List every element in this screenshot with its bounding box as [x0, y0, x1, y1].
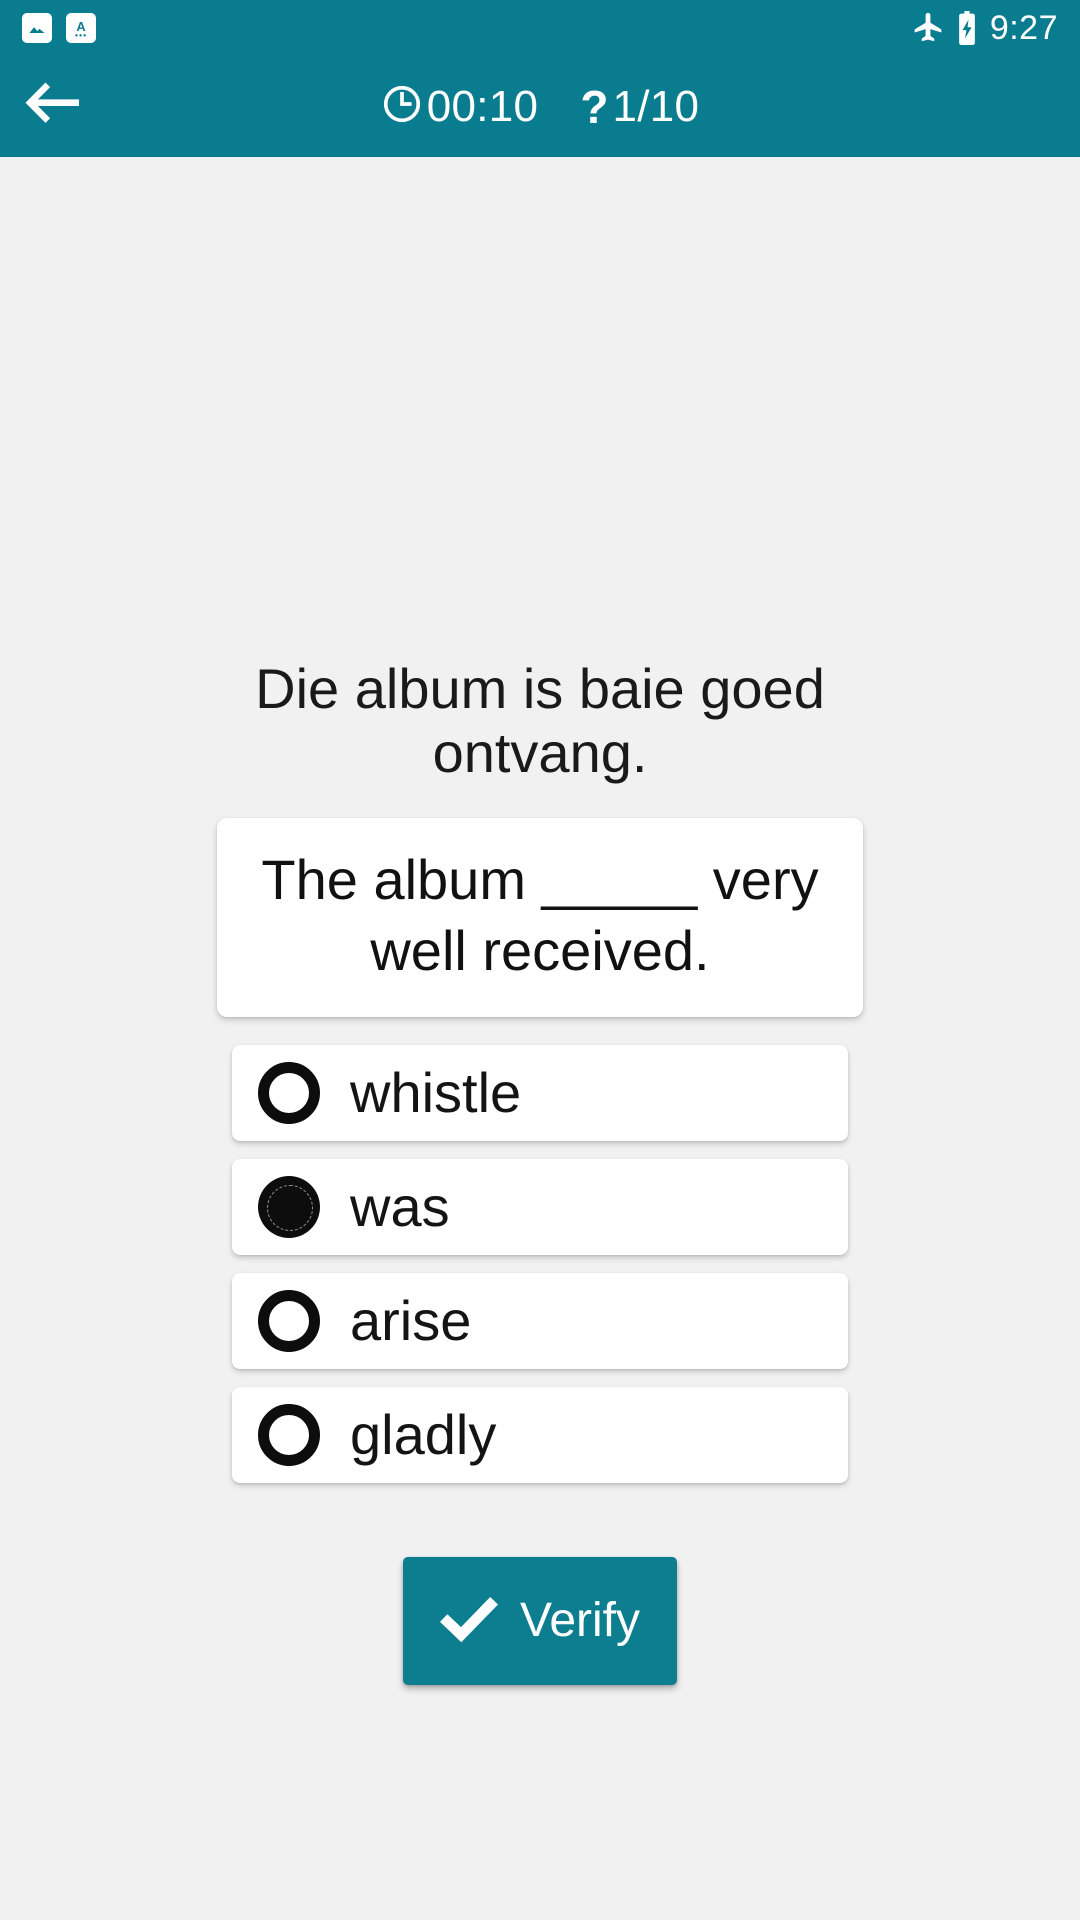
option-row-4[interactable]: gladly	[232, 1387, 848, 1484]
verify-button-label: Verify	[519, 1594, 641, 1648]
radio-selected-icon[interactable]	[258, 1176, 320, 1239]
check-icon	[439, 1596, 498, 1646]
back-button[interactable]	[0, 56, 104, 157]
radio-unselected-icon[interactable]	[258, 1062, 320, 1125]
question-counter-value: 1/10	[612, 81, 700, 131]
option-row-2[interactable]: was	[232, 1159, 848, 1256]
source-sentence: Die album is baie goed ontvang.	[255, 657, 825, 785]
status-bar-clock: 9:27	[989, 9, 1058, 47]
back-arrow-icon	[21, 78, 83, 135]
quiz-content: Die album is baie goed ontvang. The albu…	[0, 157, 1080, 1920]
option-row-3[interactable]: arise	[232, 1273, 848, 1370]
option-label: arise	[350, 1289, 472, 1353]
status-bar-notifications: A	[22, 13, 96, 43]
option-label: was	[350, 1175, 450, 1239]
translate-notification-icon: A	[66, 13, 96, 43]
status-bar-system: 9:27	[912, 11, 1058, 45]
question-text: The album _____ very well received.	[261, 847, 819, 983]
radio-unselected-icon[interactable]	[258, 1290, 320, 1353]
radio-unselected-icon[interactable]	[258, 1404, 320, 1467]
verify-button[interactable]: Verify	[403, 1557, 677, 1686]
question-counter-group: ? 1/10	[580, 84, 699, 130]
app-bar-title-group: 00:10 ? 1/10	[0, 83, 1080, 130]
quiz-screen: A 9:27 00:10 ? 1/10 Die album is baie go…	[0, 0, 1080, 1920]
battery-charging-icon	[956, 11, 978, 45]
airplane-mode-icon	[912, 12, 944, 44]
status-bar: A 9:27	[0, 0, 1080, 56]
timer-value: 00:10	[426, 81, 539, 131]
option-label: whistle	[350, 1061, 522, 1125]
question-mark-icon: ?	[580, 80, 609, 133]
answer-options: whistle was arise gladly	[0, 1045, 1080, 1484]
app-bar: 00:10 ? 1/10	[0, 56, 1080, 157]
clock-icon	[381, 83, 423, 130]
timer-group: 00:10	[381, 83, 539, 130]
image-notification-icon	[22, 13, 52, 43]
svg-text:A: A	[76, 19, 85, 34]
option-row-1[interactable]: whistle	[232, 1045, 848, 1142]
question-card: The album _____ very well received.	[217, 817, 863, 1018]
verify-button-container: Verify	[0, 1557, 1080, 1686]
option-label: gladly	[350, 1403, 497, 1467]
